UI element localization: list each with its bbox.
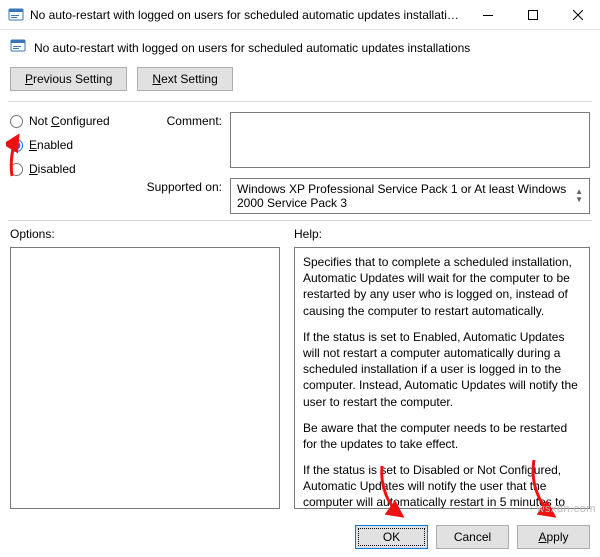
radio-disabled-input[interactable] [10, 163, 23, 176]
title-bar: No auto-restart with logged on users for… [0, 0, 600, 30]
options-label: Options: [10, 227, 280, 241]
help-paragraph: Specifies that to complete a scheduled i… [303, 254, 581, 319]
scroll-arrows-icon[interactable]: ▲▼ [575, 188, 583, 204]
header-title: No auto-restart with logged on users for… [34, 41, 470, 55]
maximize-button[interactable] [510, 0, 555, 30]
comment-textarea[interactable] [230, 112, 590, 168]
options-box [10, 247, 280, 509]
radio-disabled[interactable]: Disabled [10, 162, 128, 176]
supported-on-text: Windows XP Professional Service Pack 1 o… [237, 182, 571, 210]
radio-not-configured[interactable]: Not Configured [10, 114, 128, 128]
config-section: Not Configured Enabled Disabled Comment:… [0, 102, 600, 220]
radio-enabled-input[interactable] [10, 139, 23, 152]
minimize-button[interactable] [465, 0, 510, 30]
supported-on-box: Windows XP Professional Service Pack 1 o… [230, 178, 590, 214]
comment-label: Comment: [142, 112, 222, 168]
help-paragraph: Be aware that the computer needs to be r… [303, 420, 581, 452]
radio-enabled[interactable]: Enabled [10, 138, 128, 152]
close-button[interactable] [555, 0, 600, 30]
apply-button[interactable]: Apply [517, 525, 590, 549]
next-setting-button[interactable]: Next Setting [137, 67, 232, 91]
policy-icon [10, 38, 26, 57]
dialog-footer: OK Cancel Apply [355, 525, 590, 549]
cancel-button[interactable]: Cancel [436, 525, 509, 549]
radio-not-configured-input[interactable] [10, 115, 23, 128]
help-label: Help: [294, 227, 590, 241]
policy-icon [8, 7, 24, 23]
help-paragraph: If the status is set to Enabled, Automat… [303, 329, 581, 410]
previous-setting-button[interactable]: Previous Setting [10, 67, 127, 91]
ok-button[interactable]: OK [355, 525, 428, 549]
state-radio-group: Not Configured Enabled Disabled [10, 112, 128, 214]
supported-label: Supported on: [142, 178, 222, 214]
help-box[interactable]: Specifies that to complete a scheduled i… [294, 247, 590, 509]
header-row: No auto-restart with logged on users for… [0, 30, 600, 63]
nav-button-row: Previous Setting Next Setting [0, 63, 600, 101]
help-paragraph: If the status is set to Disabled or Not … [303, 462, 581, 509]
detail-column: Comment: Supported on: Windows XP Profes… [142, 112, 590, 214]
lower-section: Options: Help: Specifies that to complet… [0, 221, 600, 509]
window-title: No auto-restart with logged on users for… [30, 8, 465, 22]
